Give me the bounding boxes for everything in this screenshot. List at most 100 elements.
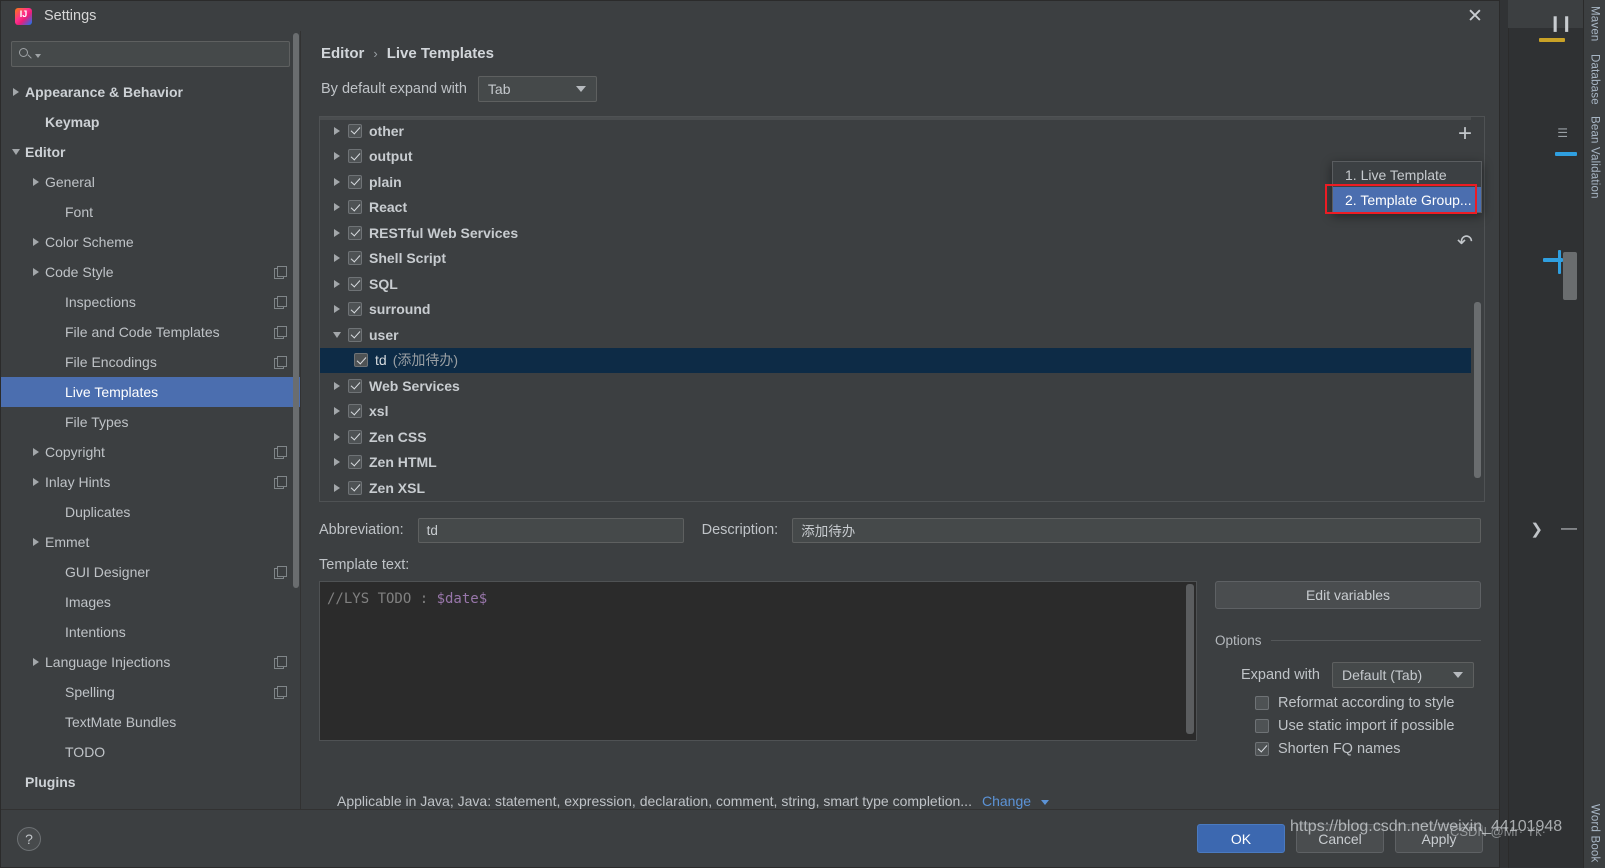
editor-scrollbar-track[interactable] <box>1183 581 1196 740</box>
tool-tab-word-book[interactable]: Word Book <box>1586 798 1604 868</box>
template-enabled-checkbox[interactable] <box>348 404 362 419</box>
sidebar-item-images[interactable]: Images <box>1 587 300 617</box>
ide-scroll-thumb[interactable] <box>1563 252 1577 300</box>
template-tree-row[interactable]: Web Services <box>320 373 1471 399</box>
search-box[interactable] <box>11 41 290 67</box>
chevron-right-icon[interactable] <box>27 178 45 186</box>
sidebar-item-emmet[interactable]: Emmet <box>1 527 300 557</box>
plus-icon[interactable]: + <box>1446 117 1484 151</box>
template-enabled-checkbox[interactable] <box>354 353 368 368</box>
tool-tab-maven[interactable]: Maven <box>1586 0 1604 48</box>
sidebar-item-live-templates[interactable]: Live Templates <box>1 377 300 407</box>
sidebar-item-todo[interactable]: TODO <box>1 737 300 767</box>
sidebar-item-plugins[interactable]: Plugins <box>1 767 300 797</box>
minimize-icon[interactable]: — <box>1561 520 1577 538</box>
chevron-down-icon[interactable] <box>1041 800 1050 805</box>
copy-settings-icon[interactable] <box>274 326 287 339</box>
edit-variables-button[interactable]: Edit variables <box>1215 580 1481 609</box>
copy-settings-icon[interactable] <box>274 296 287 309</box>
sidebar-item-file-encodings[interactable]: File Encodings <box>1 347 300 377</box>
template-tree-row[interactable]: td (添加待办) <box>320 347 1471 373</box>
template-enabled-checkbox[interactable] <box>348 455 362 470</box>
description-input[interactable]: 添加待办 <box>792 517 1481 543</box>
chevron-right-icon[interactable] <box>27 238 45 246</box>
chevron-right-icon[interactable] <box>326 177 348 186</box>
chevron-right-icon[interactable] <box>326 483 348 492</box>
template-tree-scrollbar-thumb[interactable] <box>1474 302 1481 478</box>
template-tree-row[interactable]: Shell Script <box>320 246 1471 272</box>
template-tree-row[interactable]: plain <box>320 169 1471 195</box>
template-tree-row[interactable]: surround <box>320 297 1471 323</box>
expand-with-select[interactable]: Default (Tab) <box>1332 661 1474 688</box>
template-enabled-checkbox[interactable] <box>348 174 362 189</box>
template-tree-row[interactable]: RESTful Web Services <box>320 220 1471 246</box>
chevron-right-icon[interactable] <box>326 279 348 288</box>
sidebar-item-inspections[interactable]: Inspections <box>1 287 300 317</box>
default-expand-select[interactable]: Tab <box>477 76 597 102</box>
template-enabled-checkbox[interactable] <box>348 327 362 342</box>
template-enabled-checkbox[interactable] <box>348 429 362 444</box>
template-enabled-checkbox[interactable] <box>348 276 362 291</box>
copy-settings-icon[interactable] <box>274 446 287 459</box>
sidebar-item-textmate-bundles[interactable]: TextMate Bundles <box>1 707 300 737</box>
sidebar-item-code-style[interactable]: Code Style <box>1 257 300 287</box>
copy-settings-icon[interactable] <box>274 686 287 699</box>
collapse-icon[interactable]: ❯ <box>1530 520 1543 538</box>
copy-settings-icon[interactable] <box>274 566 287 579</box>
chevron-right-icon[interactable] <box>326 152 348 161</box>
copy-settings-icon[interactable] <box>274 356 287 369</box>
chevron-right-icon[interactable] <box>326 254 348 263</box>
abbreviation-input[interactable]: td <box>417 517 684 543</box>
template-enabled-checkbox[interactable] <box>348 149 362 164</box>
popup-menu-item-2[interactable]: 2. Template Group... <box>1325 184 1481 214</box>
chevron-right-icon[interactable] <box>27 538 45 546</box>
cancel-button[interactable]: Cancel <box>1296 824 1384 853</box>
tool-tab-database[interactable]: Database <box>1586 48 1604 111</box>
popup-menu-item-1[interactable]: 1. Live Template <box>1333 162 1481 187</box>
sidebar-scrollbar[interactable] <box>293 33 299 588</box>
chevron-right-icon[interactable] <box>27 448 45 456</box>
chevron-right-icon[interactable] <box>326 203 348 212</box>
sidebar-item-file-and-code-templates[interactable]: File and Code Templates <box>1 317 300 347</box>
sidebar-item-general[interactable]: General <box>1 167 300 197</box>
sidebar-item-gui-designer[interactable]: GUI Designer <box>1 557 300 587</box>
template-tree-row[interactable]: user <box>320 322 1471 348</box>
option-checkbox[interactable] <box>1255 741 1269 756</box>
breadcrumb-parent[interactable]: Editor <box>321 45 364 62</box>
chevron-right-icon[interactable] <box>326 432 348 441</box>
template-enabled-checkbox[interactable] <box>348 123 362 138</box>
template-enabled-checkbox[interactable] <box>348 225 362 240</box>
chevron-right-icon[interactable] <box>27 268 45 276</box>
chevron-right-icon[interactable] <box>326 381 348 390</box>
editor-scrollbar-thumb[interactable] <box>1186 583 1194 734</box>
chevron-right-icon[interactable] <box>7 88 25 96</box>
sidebar-item-duplicates[interactable]: Duplicates <box>1 497 300 527</box>
sidebar-item-appearance-behavior[interactable]: Appearance & Behavior <box>1 77 300 107</box>
sidebar-item-file-types[interactable]: File Types <box>1 407 300 437</box>
copy-settings-icon[interactable] <box>274 656 287 669</box>
sidebar-item-spelling[interactable]: Spelling <box>1 677 300 707</box>
sidebar-item-copyright[interactable]: Copyright <box>1 437 300 467</box>
chevron-right-icon[interactable] <box>326 407 348 416</box>
close-icon[interactable]: ✕ <box>1461 2 1489 30</box>
template-enabled-checkbox[interactable] <box>348 200 362 215</box>
sidebar-item-intentions[interactable]: Intentions <box>1 617 300 647</box>
tool-tab-bean-validation[interactable]: Bean Validation <box>1586 110 1604 205</box>
chevron-right-icon[interactable] <box>27 658 45 666</box>
sidebar-item-font[interactable]: Font <box>1 197 300 227</box>
chevron-right-icon[interactable] <box>326 458 348 467</box>
chevron-down-icon[interactable] <box>326 331 348 338</box>
sidebar-item-inlay-hints[interactable]: Inlay Hints <box>1 467 300 497</box>
template-enabled-checkbox[interactable] <box>348 302 362 317</box>
template-text-editor[interactable]: //LYS TODO : $date$ <box>319 580 1197 741</box>
sidebar-item-editor[interactable]: Editor <box>1 137 300 167</box>
template-tree-row[interactable]: xsl <box>320 399 1471 425</box>
template-tree-row[interactable]: SQL <box>320 271 1471 297</box>
template-enabled-checkbox[interactable] <box>348 378 362 393</box>
sidebar-item-color-scheme[interactable]: Color Scheme <box>1 227 300 257</box>
option-checkbox[interactable] <box>1255 695 1269 710</box>
chevron-right-icon[interactable] <box>326 126 348 135</box>
option-checkbox-row[interactable]: Reformat according to style <box>1215 695 1481 711</box>
pause-icon[interactable]: ❙❙ <box>1549 14 1573 32</box>
search-input[interactable] <box>41 46 283 62</box>
